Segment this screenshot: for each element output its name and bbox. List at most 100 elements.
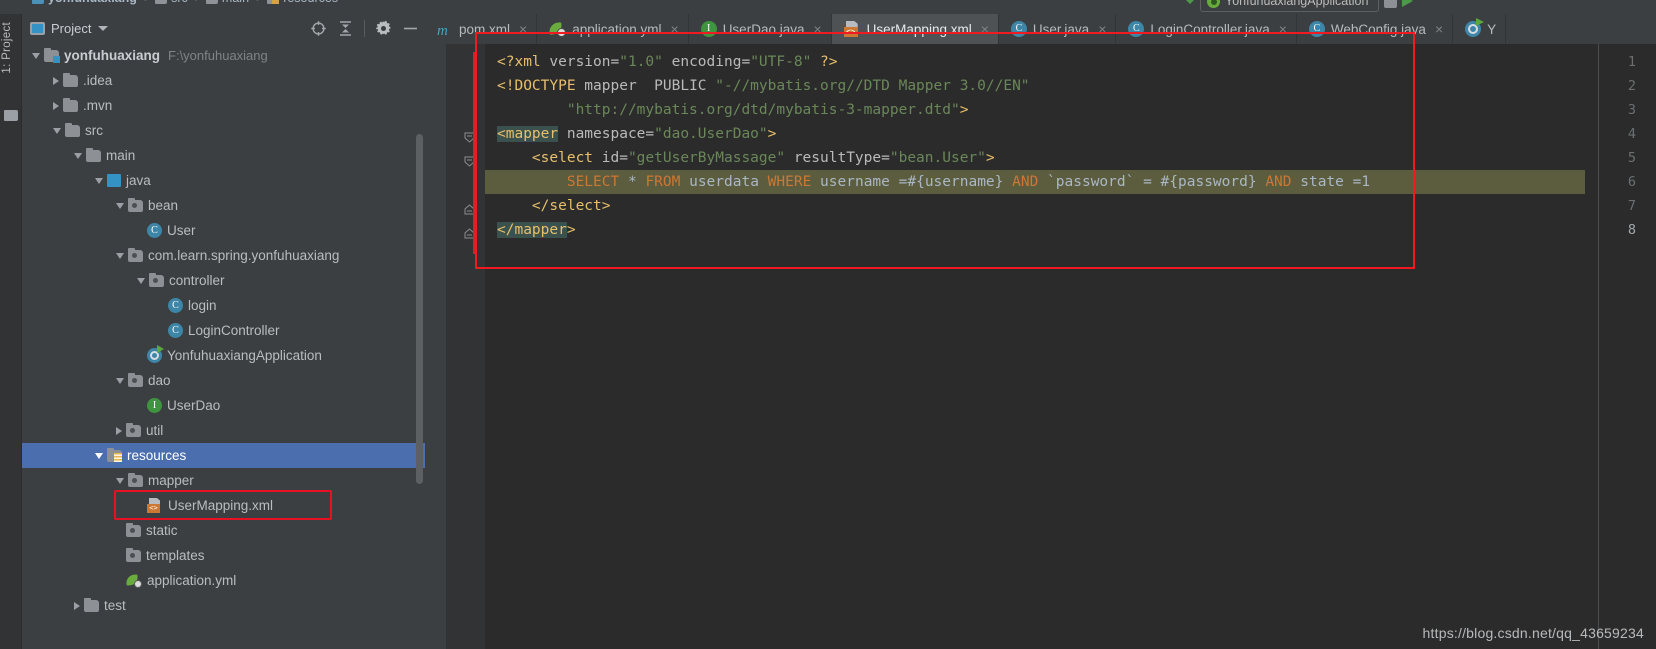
run-config-name: YonfuhuaxiangApplication	[1225, 0, 1369, 8]
editor-gutter[interactable]	[425, 44, 485, 649]
tree-node-mvn[interactable]: .mvn	[22, 93, 425, 118]
folder-icon[interactable]	[4, 110, 18, 121]
editor-tab-usermap[interactable]: UserMapping.xml ×	[831, 14, 999, 44]
project-view-icon	[30, 22, 45, 35]
editor-tab-pom[interactable]: m pom.xml ×	[425, 14, 538, 44]
tree-node-application.yml[interactable]: application.yml	[22, 568, 425, 593]
close-icon[interactable]: ×	[1279, 22, 1287, 36]
code-line-4[interactable]: <mapper namespace="dao.UserDao">	[497, 122, 776, 146]
run-config-selector[interactable]: YonfuhuaxiangApplication	[1200, 0, 1380, 12]
tree-node-UserMapping.xml[interactable]: UserMapping.xml	[22, 493, 425, 518]
code-line-7[interactable]: </select>	[497, 194, 611, 218]
tree-toggle-collapsed-icon[interactable]	[116, 426, 122, 435]
chevron-down-icon[interactable]	[1185, 0, 1195, 4]
code-token: AND	[1265, 174, 1292, 190]
tree-node-label: main	[106, 148, 136, 163]
tree-toggle-expanded-icon[interactable]	[74, 152, 82, 159]
editor-tab-userdao[interactable]: I UserDao.java ×	[689, 14, 832, 44]
tree-node-mapper[interactable]: mapper	[22, 468, 425, 493]
tree-node-label: LoginController	[188, 323, 280, 338]
tree-node-UserDao[interactable]: I UserDao	[22, 393, 425, 418]
editor-tab-label: User.java	[1032, 21, 1090, 37]
tree-node-yonfuhuaxiang[interactable]: yonfuhuaxiang F:\yonfuhuaxiang	[22, 43, 425, 68]
tree-toggle-collapsed-icon[interactable]	[53, 101, 59, 110]
tree-node-dao[interactable]: dao	[22, 368, 425, 393]
close-icon[interactable]: ×	[981, 22, 989, 36]
close-icon[interactable]: ×	[1098, 22, 1106, 36]
editor-tab-logincon[interactable]: C LoginController.java ×	[1116, 14, 1297, 44]
breadcrumb-item-2[interactable]: main	[222, 0, 249, 5]
tree-node-util[interactable]: util	[22, 418, 425, 443]
code-line-6[interactable]: SELECT * FROM userdata WHERE username =#…	[497, 170, 1370, 194]
close-icon[interactable]: ×	[519, 22, 527, 36]
tree-toggle-expanded-icon[interactable]	[116, 252, 124, 259]
tree-node-compkg[interactable]: com.learn.spring.yonfuhuaxiang	[22, 243, 425, 268]
tree-node-label: java	[126, 173, 151, 188]
code-text[interactable]: <?xml version="1.0" encoding="UTF-8" ?> <…	[485, 44, 1656, 649]
project-tree-scrollbar[interactable]	[416, 134, 423, 484]
tree-node-YonfuhuaxiangApplication[interactable]: YonfuhuaxiangApplication	[22, 343, 425, 368]
tree-node-src[interactable]: src	[22, 118, 425, 143]
tree-node-templates[interactable]: templates	[22, 543, 425, 568]
tree-toggle-expanded-icon[interactable]	[137, 277, 145, 284]
tree-toggle-expanded-icon[interactable]	[116, 377, 124, 384]
tree-toggle-expanded-icon[interactable]	[95, 452, 103, 459]
breadcrumb[interactable]: yonfuhuaxiang › src › main › resources	[32, 0, 338, 5]
code-line-8[interactable]: </mapper>	[497, 218, 576, 242]
code-line-5[interactable]: <select id="getUserByMassage" resultType…	[497, 146, 995, 170]
breadcrumb-item-1[interactable]: src	[171, 0, 188, 5]
tree-toggle-expanded-icon[interactable]	[32, 52, 40, 59]
editor-tab-label: WebConfig.java	[1330, 21, 1426, 37]
tree-node-bean[interactable]: bean	[22, 193, 425, 218]
java-interface-icon: I	[147, 398, 162, 413]
yml-icon	[126, 574, 142, 588]
tree-node-label: resources	[127, 448, 187, 463]
code-token: resultType=	[785, 150, 890, 166]
debug-icon[interactable]	[1384, 0, 1398, 8]
java-class-icon: C	[1010, 21, 1027, 37]
run-icon[interactable]	[1402, 0, 1414, 7]
code-token: "-//mybatis.org//DTD Mapper 3.0//EN"	[715, 78, 1030, 94]
tree-toggle-collapsed-icon[interactable]	[53, 76, 59, 85]
tree-toggle-expanded-icon[interactable]	[95, 177, 103, 184]
tree-node-resources[interactable]: resources	[22, 443, 425, 468]
code-line-2[interactable]: <!DOCTYPE mapper PUBLIC "-//mybatis.org/…	[497, 74, 1030, 98]
tree-toggle-expanded-icon[interactable]	[116, 477, 124, 484]
breadcrumb-item-0[interactable]: yonfuhuaxiang	[48, 0, 137, 5]
tree-node-java[interactable]: java	[22, 168, 425, 193]
tree-toggle-collapsed-icon[interactable]	[74, 601, 80, 610]
tree-node-static[interactable]: static	[22, 518, 425, 543]
tree-node-label: templates	[146, 548, 205, 563]
code-token: id=	[593, 150, 628, 166]
project-tree[interactable]: yonfuhuaxiang F:\yonfuhuaxiang .idea .mvn sr…	[22, 43, 425, 649]
tree-node-controller[interactable]: controller	[22, 268, 425, 293]
tree-node-idea[interactable]: .idea	[22, 68, 425, 93]
editor-tab-webconfig[interactable]: C WebConfig.java ×	[1297, 14, 1454, 44]
editor-tab-yonfuapp[interactable]: Y	[1453, 14, 1507, 44]
chevron-down-icon[interactable]	[98, 26, 109, 31]
code-token: FROM	[645, 174, 681, 190]
close-icon[interactable]: ×	[813, 22, 821, 36]
collapse-all-icon[interactable]	[337, 20, 354, 37]
tree-toggle-expanded-icon[interactable]	[116, 202, 124, 209]
stripe-button-project[interactable]: 1: Project	[1, 22, 13, 74]
tree-node-test[interactable]: test	[22, 593, 425, 618]
code-line-1[interactable]: <?xml version="1.0" encoding="UTF-8" ?>	[497, 50, 838, 74]
tree-node-User[interactable]: C User	[22, 218, 425, 243]
close-icon[interactable]: ×	[671, 22, 679, 36]
editor-tab-appyml[interactable]: application.yml ×	[537, 14, 689, 44]
editor-tab-label: UserMapping.xml	[866, 21, 972, 37]
code-line-3[interactable]: "http://mybatis.org/dtd/mybatis-3-mapper…	[497, 98, 969, 122]
tree-node-LoginController[interactable]: C LoginController	[22, 318, 425, 343]
tree-node-login[interactable]: Clogin	[22, 293, 425, 318]
editor-tab-bar[interactable]: mpom.xml×application.yml×IUserDao.java×U…	[425, 14, 1656, 44]
minimize-icon[interactable]	[402, 20, 419, 37]
tree-toggle-expanded-icon[interactable]	[53, 127, 61, 134]
tree-node-main[interactable]: main	[22, 143, 425, 168]
locate-target-icon[interactable]	[310, 20, 327, 37]
breadcrumb-item-3[interactable]: resources	[283, 0, 338, 5]
gear-icon[interactable]	[375, 20, 392, 37]
editor-tab-user[interactable]: C User.java ×	[999, 14, 1117, 44]
close-icon[interactable]: ×	[1435, 22, 1443, 36]
code-editor[interactable]: 12345678 <?xml version="1.0" encoding="U…	[425, 44, 1656, 649]
